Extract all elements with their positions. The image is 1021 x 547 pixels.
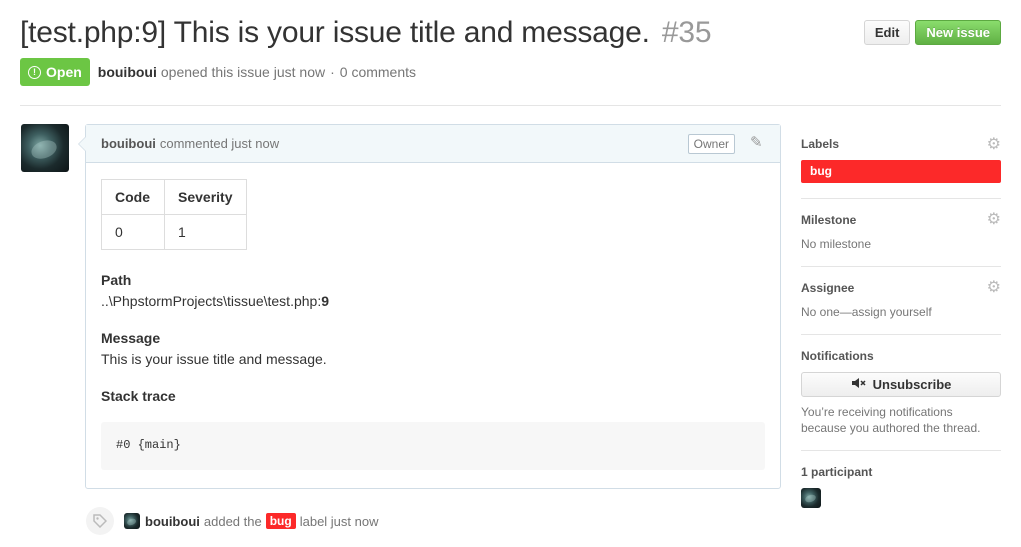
path-value: ..\PhpstormProjects\tissue\test.php:9 bbox=[101, 290, 765, 312]
timeline-action-post: label just now bbox=[299, 513, 379, 529]
timeline-action-pre: added the bbox=[203, 513, 262, 529]
issue-header: [test.php:9] This is your issue title an… bbox=[20, 14, 1001, 54]
issue-opened-icon: ! bbox=[28, 65, 41, 79]
notifications-note: You’re receiving notifications because y… bbox=[801, 405, 981, 435]
header-divider bbox=[20, 105, 1001, 106]
header-actions: Edit New issue bbox=[863, 20, 1001, 45]
path-prefix: ..\PhpstormProjects\tissue\test.php: bbox=[101, 293, 322, 309]
table-header-cell: Code bbox=[101, 179, 165, 215]
assign-yourself-link[interactable]: No one—assign yourself bbox=[801, 304, 1001, 320]
table-cell: 0 bbox=[101, 214, 165, 250]
path-heading: Path bbox=[101, 272, 132, 288]
comment-author-link[interactable]: bouiboui bbox=[101, 136, 156, 151]
message-text: This is your issue title and message. bbox=[101, 351, 327, 367]
table-cell: 1 bbox=[164, 214, 247, 250]
table-row: 0 1 bbox=[101, 214, 247, 250]
issue-number: #35 bbox=[661, 16, 712, 49]
owner-badge: Owner bbox=[687, 134, 735, 154]
info-table: Code Severity 0 1 bbox=[101, 179, 247, 250]
state-badge: ! Open bbox=[20, 58, 90, 86]
issue-comment: bouiboui commented just now Owner ✎ Code… bbox=[78, 124, 781, 489]
comment-header: bouiboui commented just now bbox=[86, 125, 780, 163]
stack-trace-code: #0 {main} bbox=[101, 422, 765, 470]
assignee-heading: Assignee bbox=[801, 281, 855, 295]
milestone-heading: Milestone bbox=[801, 213, 857, 227]
sidebar-assignee: Assignee ⚙ No one—assign yourself bbox=[801, 267, 1001, 335]
timeline-label-event: bouiboui added the bug label just now bbox=[86, 507, 379, 535]
unsubscribe-label: Unsubscribe bbox=[872, 377, 952, 392]
issue-title: [test.php:9] This is your issue title an… bbox=[20, 14, 1001, 52]
notifications-heading: Notifications bbox=[801, 349, 874, 363]
sidebar-milestone: Milestone ⚙ No milestone bbox=[801, 199, 1001, 267]
timeline-author-link[interactable]: bouiboui bbox=[145, 514, 200, 529]
new-issue-button[interactable]: New issue bbox=[915, 20, 1001, 45]
comments-count: 0 comments bbox=[339, 64, 417, 80]
tag-icon bbox=[86, 507, 114, 535]
comment-time: commented just now bbox=[159, 136, 280, 151]
labels-heading: Labels bbox=[801, 137, 840, 151]
gear-icon[interactable]: ⚙ bbox=[987, 137, 1001, 153]
path-line: 9 bbox=[321, 293, 330, 309]
sidebar-participants: 1 participant bbox=[801, 451, 1001, 522]
sidebar-bug-label[interactable]: bug bbox=[801, 160, 1001, 183]
mute-icon bbox=[851, 377, 867, 392]
state-label: Open bbox=[46, 64, 82, 80]
issue-meta: ! Open bouiboui opened this issue just n… bbox=[20, 58, 416, 86]
gear-icon[interactable]: ⚙ bbox=[987, 280, 1001, 296]
edit-button[interactable]: Edit bbox=[863, 20, 911, 45]
issue-title-text: [test.php:9] This is your issue title an… bbox=[20, 16, 650, 49]
bug-label[interactable]: bug bbox=[265, 513, 296, 529]
gear-icon[interactable]: ⚙ bbox=[987, 212, 1001, 228]
participant-avatar[interactable] bbox=[801, 488, 821, 508]
comment-author-avatar[interactable] bbox=[21, 124, 69, 172]
unsubscribe-button[interactable]: Unsubscribe bbox=[801, 372, 1001, 397]
discussion-sidebar: Labels ⚙ bug Milestone ⚙ No milestone As… bbox=[801, 124, 1001, 522]
issue-author-link[interactable]: bouiboui bbox=[98, 64, 157, 80]
milestone-value: No milestone bbox=[801, 237, 872, 251]
participants-heading: 1 participant bbox=[801, 465, 873, 479]
stack-trace-heading: Stack trace bbox=[101, 388, 176, 404]
timeline-avatar[interactable] bbox=[124, 513, 140, 529]
message-heading: Message bbox=[101, 330, 161, 346]
sidebar-labels: Labels ⚙ bug bbox=[801, 124, 1001, 199]
meta-separator: · bbox=[330, 64, 335, 80]
pencil-icon[interactable]: ✎ bbox=[750, 135, 766, 151]
table-header-cell: Severity bbox=[164, 179, 247, 215]
opened-text: opened this issue just now bbox=[160, 64, 326, 80]
sidebar-notifications: Notifications Unsubscribe You’re receivi… bbox=[801, 335, 1001, 451]
table-header-row: Code Severity bbox=[101, 179, 247, 215]
comment-body: Code Severity 0 1 Path ..\PhpstormProjec… bbox=[86, 163, 780, 486]
